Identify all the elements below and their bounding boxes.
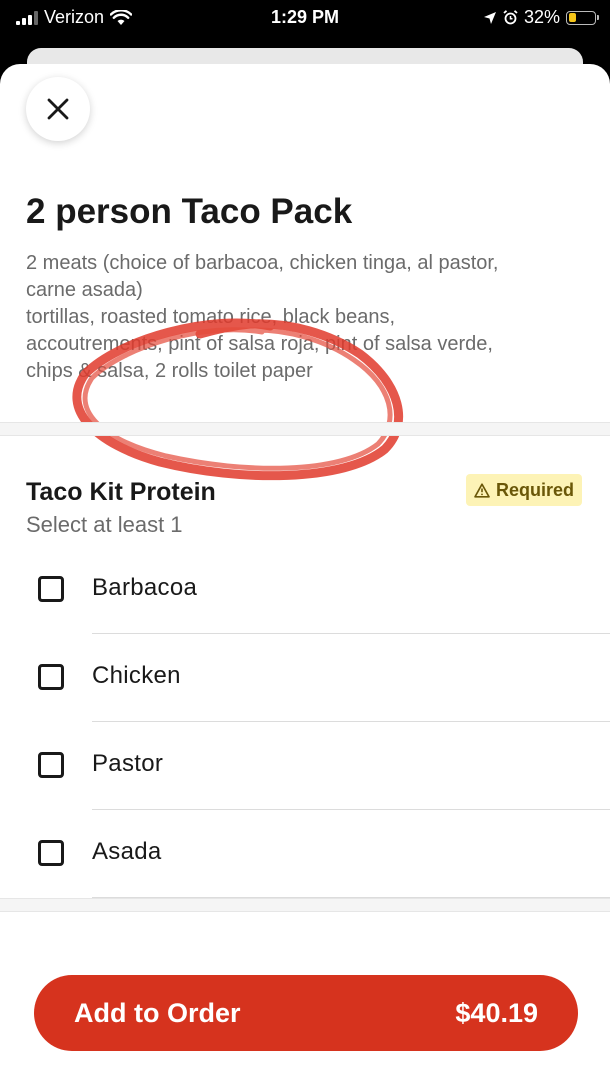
description-line: carne asada) [26,279,143,301]
item-title: 2 person Taco Pack [26,192,353,231]
item-description: 2 meats (choice of barbacoa, chicken tin… [26,250,586,385]
description-line: accoutrements, pint of salsa roja, pint … [26,333,493,355]
required-badge: Required [465,474,582,506]
checkbox[interactable] [38,576,64,602]
description-line: tortillas, roasted tomato rice, black be… [26,306,396,328]
alarm-icon [503,10,518,25]
option-chicken[interactable]: Chicken [0,634,610,722]
option-label: Barbacoa [92,574,198,601]
close-icon [47,98,69,120]
option-barbacoa[interactable]: Barbacoa [0,546,610,634]
add-to-order-button[interactable]: Add to Order $40.19 [34,975,578,1051]
close-button[interactable] [26,77,90,141]
option-label: Chicken [92,662,181,689]
description-line: chips & salsa, 2 rolls toilet paper [26,360,313,382]
checkbox[interactable] [38,840,64,866]
battery-percent: 32% [523,7,560,27]
section-divider [0,898,610,912]
item-sheet: 2 person Taco Pack 2 meats (choice of ba… [0,64,610,1085]
option-pastor[interactable]: Pastor [0,722,610,810]
checkbox[interactable] [38,664,64,690]
warning-icon [474,482,490,498]
section-subtitle: Select at least 1 [26,512,183,537]
order-price: $40.19 [455,997,538,1028]
section-divider [0,422,610,436]
checkbox[interactable] [38,752,64,778]
add-to-order-label: Add to Order [74,997,241,1028]
location-arrow-icon [483,11,496,24]
battery-icon [566,10,599,25]
option-asada[interactable]: Asada [0,810,610,898]
battery-level [568,13,577,22]
description-line: 2 meats (choice of barbacoa, chicken tin… [26,252,499,274]
status-bar: Verizon 1:29 PM 32% [0,0,610,36]
section-title: Taco Kit Protein [26,478,216,506]
option-label: Asada [92,838,162,865]
required-label: Required [495,479,574,500]
option-label: Pastor [92,750,164,777]
status-right: 32% [483,7,599,28]
